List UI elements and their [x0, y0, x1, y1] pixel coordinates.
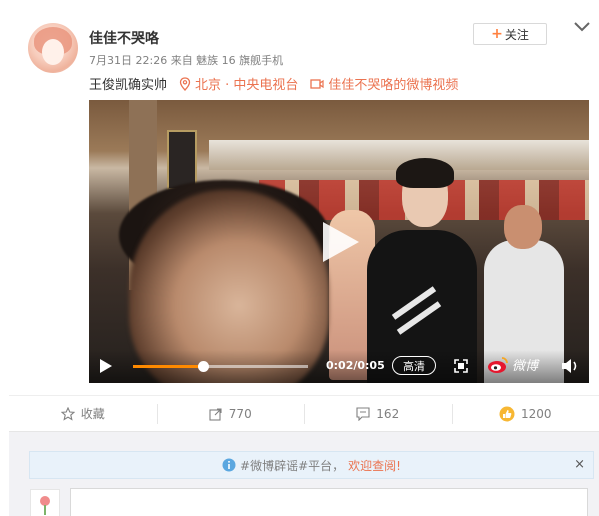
quality-button[interactable]: 高清: [392, 356, 436, 375]
follow-label: 关注: [504, 27, 529, 42]
info-icon: [222, 458, 236, 472]
username[interactable]: 佳佳不哭咯: [89, 28, 159, 48]
chevron-down-icon[interactable]: [573, 20, 591, 34]
favorite-button[interactable]: 收藏: [9, 396, 157, 431]
close-icon[interactable]: ×: [574, 457, 585, 472]
comment-icon: [356, 406, 370, 421]
notice-link[interactable]: 欢迎查阅!: [348, 457, 401, 474]
favorite-label: 收藏: [80, 407, 105, 421]
location-pin-icon: [179, 76, 191, 91]
follow-button[interactable]: + 关注: [473, 23, 547, 45]
user-avatar[interactable]: [28, 23, 78, 73]
post-meta: 7月31日 22:26 来自 魅族 16 旗舰手机: [89, 54, 284, 67]
comment-input[interactable]: [70, 488, 588, 516]
avatar-face: [42, 39, 64, 65]
volume-icon[interactable]: [561, 357, 581, 375]
progress-fill: [133, 365, 203, 368]
comment-button[interactable]: 162: [304, 396, 452, 431]
like-button[interactable]: 1200: [451, 396, 599, 431]
post-text: 王俊凯确实帅: [89, 78, 168, 93]
weibo-brand-label: 微博: [512, 359, 539, 374]
video-controls: 0:02/0:05 高清 微博: [89, 350, 589, 383]
action-bar: 收藏 770 162 1200: [9, 395, 599, 431]
video-link-label: 佳佳不哭咯的微博视频: [328, 78, 459, 93]
like-count: 1200: [520, 406, 552, 421]
location-link[interactable]: 北京 · 中央电视台: [179, 74, 298, 93]
progress-handle[interactable]: [198, 361, 209, 372]
progress-bar[interactable]: [133, 361, 308, 372]
video-sign: [167, 130, 197, 190]
play-overlay-icon[interactable]: [321, 220, 361, 264]
location-label: 北京 · 中央电视台: [195, 78, 299, 93]
video-link[interactable]: 佳佳不哭咯的微博视频: [310, 74, 458, 93]
video-player[interactable]: 0:02/0:05 高清 微博: [89, 100, 589, 383]
video-man-right-head: [504, 205, 542, 249]
current-user-avatar: [30, 489, 60, 516]
avatar-stem: [44, 505, 46, 515]
weibo-watermark: 微博: [487, 355, 538, 374]
thumbs-up-icon: [499, 406, 515, 421]
play-icon[interactable]: [99, 358, 113, 374]
comment-count: 162: [376, 406, 400, 421]
video-person-hair: [396, 158, 454, 188]
plus-icon: +: [491, 26, 503, 42]
post-text-row: 王俊凯确实帅 北京 · 中央电视台 佳佳不哭咯的微博视频: [89, 74, 458, 93]
weibo-logo-icon: [488, 356, 508, 373]
notice-text: #微博辟谣#平台，: [240, 458, 345, 473]
fullscreen-icon[interactable]: [454, 359, 468, 373]
video-camera-icon: [310, 78, 325, 89]
video-time: 0:02/0:05: [326, 359, 385, 372]
repost-button[interactable]: 770: [156, 396, 305, 431]
rumor-notice-banner[interactable]: #微博辟谣#平台， 欢迎查阅! ×: [29, 451, 594, 479]
star-icon: [60, 406, 75, 421]
repost-icon: [209, 407, 222, 421]
repost-count: 770: [228, 406, 252, 421]
comment-section: #微博辟谣#平台， 欢迎查阅! ×: [9, 431, 599, 516]
